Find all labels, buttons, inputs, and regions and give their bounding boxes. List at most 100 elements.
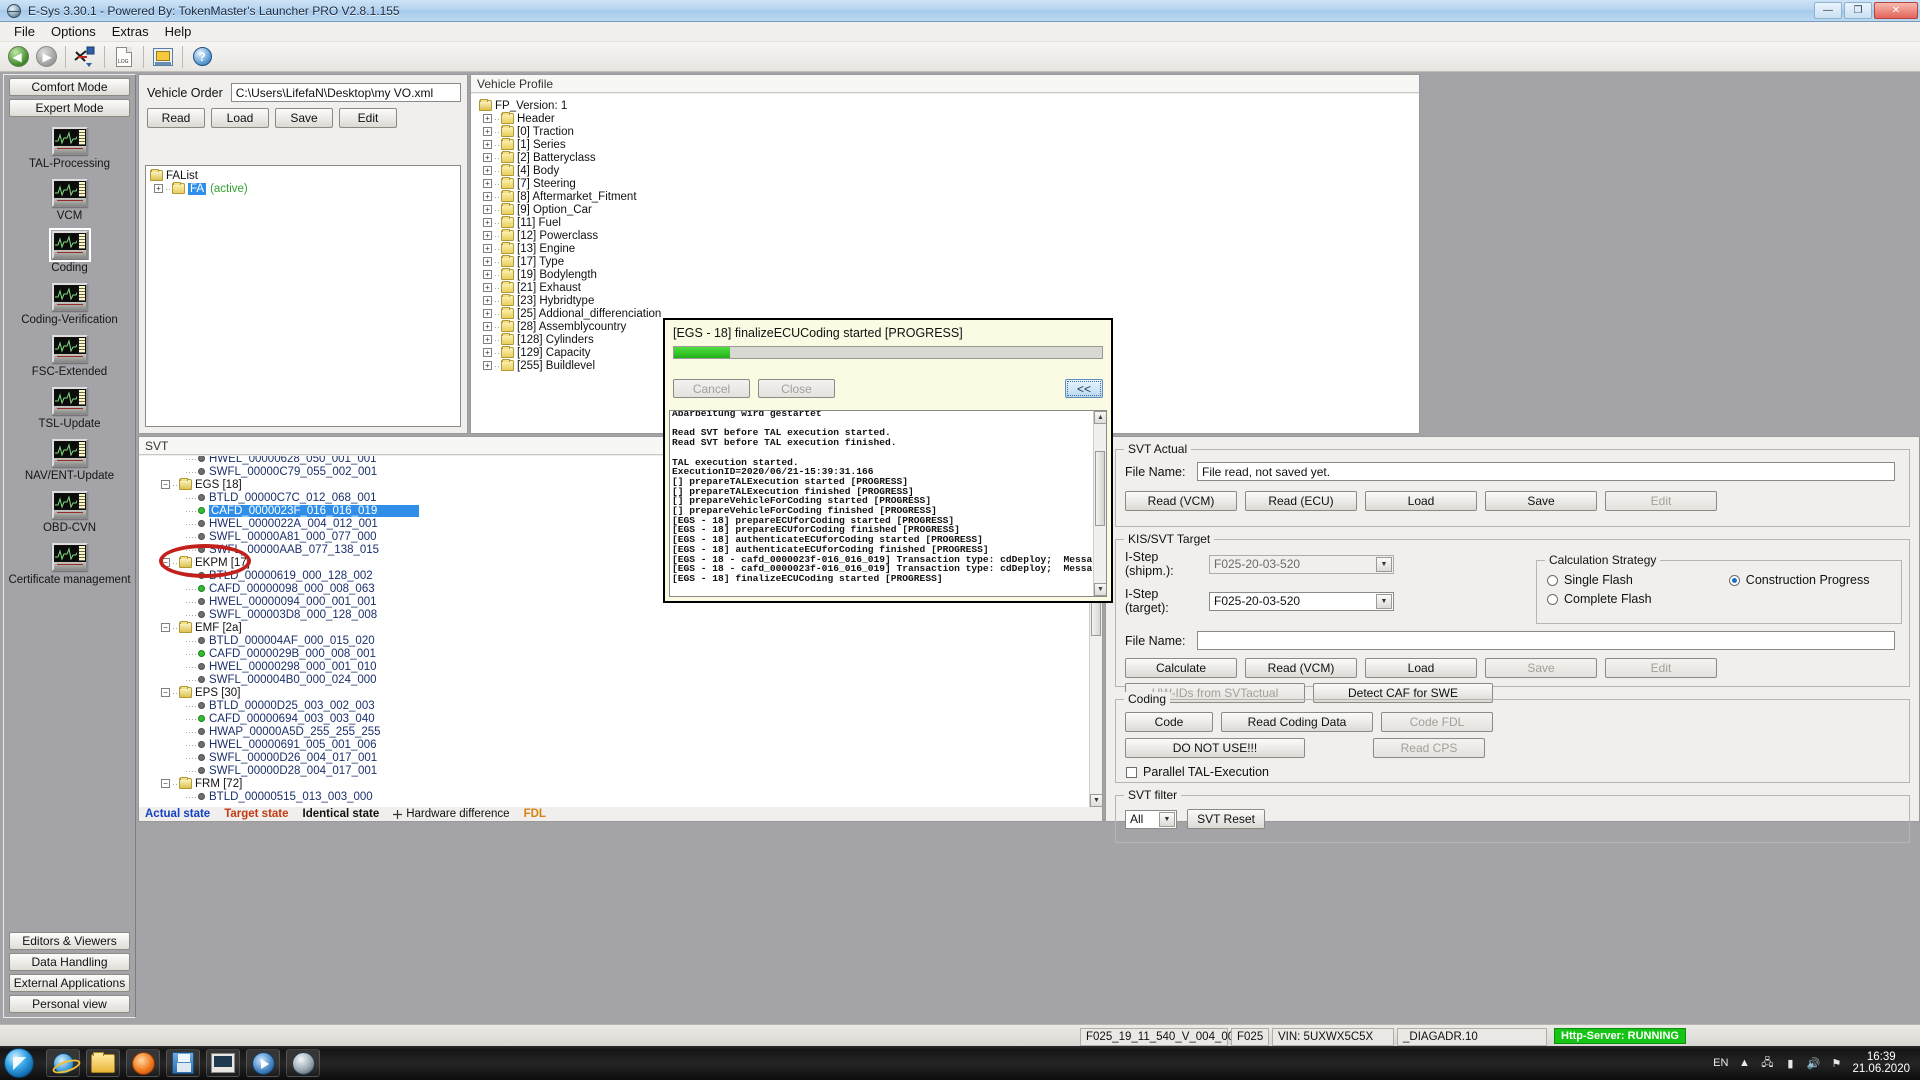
expand-icon[interactable]: + bbox=[154, 184, 163, 193]
dialog-log-scrollbar[interactable]: ▲ ▼ bbox=[1093, 411, 1106, 596]
read-coding-data-button[interactable]: Read Coding Data bbox=[1221, 712, 1373, 732]
vo-load-button[interactable]: Load bbox=[211, 108, 269, 128]
expand-icon[interactable]: + bbox=[483, 205, 492, 214]
data-handling-button[interactable]: Data Handling bbox=[9, 953, 130, 971]
vehicle-profile-node[interactable]: + ·· [21] Exhaust bbox=[475, 281, 1419, 294]
do-not-use-button[interactable]: DO NOT USE!!! bbox=[1125, 738, 1305, 758]
falist-tree[interactable]: FAList + ·· FA (active) bbox=[145, 165, 461, 427]
radio-complete-flash[interactable] bbox=[1547, 593, 1558, 605]
vehicle-order-path-input[interactable] bbox=[230, 83, 461, 102]
sidebar-item-nav-ent-update[interactable]: NAV/ENT-Update bbox=[4, 439, 135, 482]
radio-construction-progress[interactable] bbox=[1728, 574, 1740, 586]
expand-icon[interactable]: + bbox=[483, 192, 492, 201]
sidebar-item-tal-processing[interactable]: TAL-Processing bbox=[4, 127, 135, 170]
menu-extras[interactable]: Extras bbox=[104, 22, 157, 41]
action-center-icon[interactable]: ⚑ bbox=[1829, 1056, 1843, 1070]
taskbar-firefox[interactable] bbox=[126, 1049, 160, 1077]
fa-node[interactable]: + ·· FA (active) bbox=[146, 182, 460, 195]
network-icon[interactable]: 🖧 bbox=[1760, 1056, 1774, 1070]
svt-ecu-folder-node[interactable]: − ·· FRM [72] bbox=[145, 777, 1089, 790]
personal-view-button[interactable]: Personal view bbox=[9, 995, 130, 1013]
expert-mode-button[interactable]: Expert Mode bbox=[9, 99, 130, 117]
radio-single-flash[interactable] bbox=[1547, 574, 1558, 586]
svt-actual-edit-button[interactable]: Edit bbox=[1605, 491, 1717, 511]
sidebar-item-tsl-update[interactable]: TSL-Update bbox=[4, 387, 135, 430]
svt-actual-read-ecu-button[interactable]: Read (ECU) bbox=[1245, 491, 1357, 511]
expand-icon[interactable]: + bbox=[483, 244, 492, 253]
vehicle-profile-node[interactable]: + ·· [8] Aftermarket_Fitment bbox=[475, 190, 1419, 203]
editors-viewers-button[interactable]: Editors & Viewers bbox=[9, 932, 130, 950]
scroll-up-button[interactable]: ▲ bbox=[1094, 411, 1106, 424]
chevron-down-icon[interactable]: ▼ bbox=[1159, 811, 1175, 827]
taskbar-esys[interactable] bbox=[206, 1049, 240, 1077]
svt-swe-node[interactable]: ···· CAFD_0000029B_000_008_001 bbox=[145, 647, 1089, 660]
taskbar-browser[interactable] bbox=[286, 1049, 320, 1077]
kis-read-vcm-button[interactable]: Read (VCM) bbox=[1245, 658, 1357, 678]
svt-swe-node[interactable]: ···· HWEL_00000298_000_001_010 bbox=[145, 660, 1089, 673]
maximize-button[interactable]: ❐ bbox=[1844, 2, 1872, 19]
volume-icon[interactable]: 🔊 bbox=[1806, 1056, 1821, 1070]
expand-icon[interactable]: + bbox=[483, 166, 492, 175]
kis-filename-input[interactable] bbox=[1197, 631, 1895, 650]
fp-version-node[interactable]: FP_Version: 1 bbox=[475, 99, 1419, 112]
expand-icon[interactable]: + bbox=[483, 218, 492, 227]
svt-swe-node[interactable]: ···· BTLD_00000515_013_003_000 bbox=[145, 790, 1089, 803]
vehicle-profile-node[interactable]: + ·· [23] Hybridtype bbox=[475, 294, 1419, 307]
vehicle-profile-node[interactable]: + ·· [7] Steering bbox=[475, 177, 1419, 190]
svt-swe-node[interactable]: ···· SWFL_000004B0_000_024_000 bbox=[145, 673, 1089, 686]
external-applications-button[interactable]: External Applications bbox=[9, 974, 130, 992]
expand-icon[interactable]: + bbox=[483, 140, 492, 149]
istep-target-combo[interactable]: F025-20-03-520 ▼ bbox=[1209, 591, 1394, 611]
taskbar-clock[interactable]: 16:39 21.06.2020 bbox=[1852, 1051, 1914, 1075]
taskbar-media-player[interactable] bbox=[246, 1049, 280, 1077]
sidebar-item-certificate-management[interactable]: Certificate management bbox=[4, 543, 135, 586]
expand-icon[interactable]: + bbox=[483, 114, 492, 123]
expand-icon[interactable]: + bbox=[483, 361, 492, 370]
close-button[interactable]: ✕ bbox=[1874, 2, 1918, 19]
dialog-close-button[interactable]: Close bbox=[758, 379, 835, 398]
collapse-icon[interactable]: − bbox=[161, 558, 170, 567]
vehicle-profile-node[interactable]: + ·· [2] Batteryclass bbox=[475, 151, 1419, 164]
back-button[interactable]: ◀ bbox=[5, 44, 31, 70]
kis-edit-button[interactable]: Edit bbox=[1605, 658, 1717, 678]
svt-actual-filename-value[interactable]: File read, not saved yet. bbox=[1197, 462, 1895, 481]
expand-icon[interactable]: + bbox=[483, 322, 492, 331]
svt-actual-read-vcm-button[interactable]: Read (VCM) bbox=[1125, 491, 1237, 511]
comfort-mode-button[interactable]: Comfort Mode bbox=[9, 78, 130, 96]
svt-swe-node[interactable]: ···· SWFL_00000D26_004_017_001 bbox=[145, 751, 1089, 764]
dialog-log-container[interactable]: Abarbeitung wird gestartet Read SVT befo… bbox=[669, 410, 1107, 597]
taskbar-internet-explorer[interactable] bbox=[46, 1049, 80, 1077]
expand-icon[interactable]: + bbox=[483, 348, 492, 357]
battery-icon[interactable]: ▮ bbox=[1783, 1056, 1797, 1070]
vehicle-profile-node[interactable]: + ·· [19] Bodylength bbox=[475, 268, 1419, 281]
expand-icon[interactable]: + bbox=[483, 309, 492, 318]
svt-reset-button[interactable]: SVT Reset bbox=[1187, 809, 1265, 829]
kis-calculate-button[interactable]: Calculate bbox=[1125, 658, 1237, 678]
expand-icon[interactable]: + bbox=[483, 231, 492, 240]
vehicle-profile-node[interactable]: + ·· Header bbox=[475, 112, 1419, 125]
vehicle-profile-node[interactable]: + ·· [0] Traction bbox=[475, 125, 1419, 138]
istep-shipm-combo[interactable]: F025-20-03-520 ▼ bbox=[1209, 554, 1394, 574]
svt-swe-node[interactable]: ···· CAFD_00000694_003_003_040 bbox=[145, 712, 1089, 725]
svt-filter-combo[interactable]: All ▼ bbox=[1125, 809, 1177, 829]
svt-ecu-folder-node[interactable]: − ·· EMF [2a] bbox=[145, 621, 1089, 634]
expand-icon[interactable]: + bbox=[483, 270, 492, 279]
chevron-down-icon[interactable]: ▼ bbox=[1376, 556, 1392, 572]
svt-swe-node[interactable]: ···· SWFL_00000D28_004_017_001 bbox=[145, 764, 1089, 777]
minimize-button[interactable]: — bbox=[1814, 2, 1842, 19]
svt-ecu-folder-node[interactable]: − ·· EPS [30] bbox=[145, 686, 1089, 699]
parallel-tal-execution-checkbox[interactable] bbox=[1126, 766, 1137, 778]
expand-icon[interactable]: + bbox=[483, 257, 492, 266]
read-cps-button[interactable]: Read CPS bbox=[1373, 738, 1485, 758]
vehicle-profile-node[interactable]: + ·· [17] Type bbox=[475, 255, 1419, 268]
svt-actual-save-button[interactable]: Save bbox=[1485, 491, 1597, 511]
sidebar-item-coding[interactable]: Coding bbox=[4, 228, 135, 274]
import-button[interactable] bbox=[150, 44, 176, 70]
svt-swe-node[interactable]: ···· HWEL_00000691_005_001_006 bbox=[145, 738, 1089, 751]
vehicle-profile-node[interactable]: + ·· [12] Powerclass bbox=[475, 229, 1419, 242]
svt-swe-node[interactable]: ···· HWAP_00000A5D_255_255_255 bbox=[145, 725, 1089, 738]
tray-language[interactable]: EN bbox=[1713, 1057, 1728, 1069]
collapse-icon[interactable]: − bbox=[161, 779, 170, 788]
expand-icon[interactable]: + bbox=[483, 127, 492, 136]
scroll-down-button[interactable]: ▼ bbox=[1094, 583, 1106, 596]
